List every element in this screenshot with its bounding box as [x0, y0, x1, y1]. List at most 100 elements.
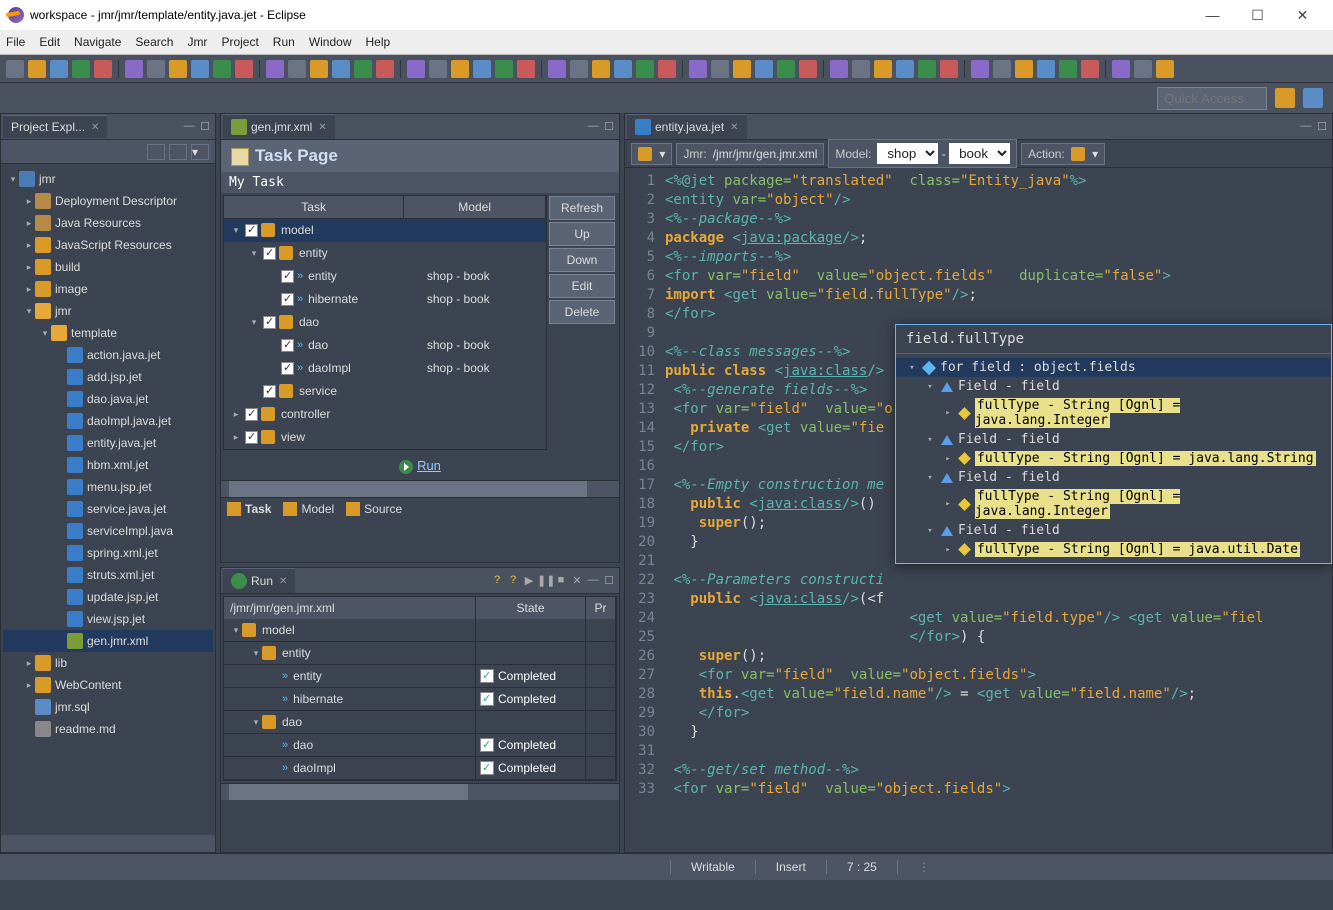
toolbar-icon[interactable]	[94, 60, 112, 78]
menu-file[interactable]: File	[6, 35, 25, 49]
code-area[interactable]: 1234567891011121314151617181920212223242…	[625, 168, 1332, 852]
h-scrollbar[interactable]	[221, 480, 619, 497]
toolbar-icon[interactable]	[1112, 60, 1130, 78]
tree-row[interactable]: ▸JavaScript Resources	[3, 234, 213, 256]
help-icon[interactable]: ?	[489, 574, 505, 587]
maximize-view-icon[interactable]: ☐	[197, 120, 213, 133]
toolbar-icon[interactable]	[1156, 60, 1174, 78]
minimize-view-icon[interactable]: —	[585, 574, 601, 587]
tree-row[interactable]: ▸lib	[3, 652, 213, 674]
maximize-view-icon[interactable]: ☐	[601, 574, 617, 587]
tree-row[interactable]: view.jsp.jet	[3, 608, 213, 630]
jmr-action-dropdown[interactable]: ▾	[631, 143, 672, 165]
toolbar-icon[interactable]	[658, 60, 676, 78]
tree-row[interactable]: add.jsp.jet	[3, 366, 213, 388]
toolbar-icon[interactable]	[72, 60, 90, 78]
toolbar-icon[interactable]	[777, 60, 795, 78]
minimize-view-icon[interactable]: —	[1298, 120, 1314, 133]
tree-row[interactable]: service.java.jet	[3, 498, 213, 520]
stop-icon[interactable]: ■	[553, 574, 569, 587]
run-row[interactable]: »hibernateCompleted	[224, 688, 616, 711]
help-icon-2[interactable]: ?	[505, 574, 521, 587]
tab-gen-jmr-xml[interactable]: gen.jmr.xml ✕	[223, 114, 335, 139]
action-box[interactable]: Action: ▾	[1021, 143, 1105, 165]
quick-access-input[interactable]	[1157, 87, 1267, 110]
task-row[interactable]: »daoshop - book	[224, 334, 546, 357]
tab-entity-java-jet[interactable]: entity.java.jet ✕	[627, 114, 747, 139]
toolbar-icon[interactable]	[592, 60, 610, 78]
menu-window[interactable]: Window	[309, 35, 352, 49]
model-select-2[interactable]: book	[949, 143, 1010, 164]
close-button[interactable]: ✕	[1280, 1, 1325, 29]
toolbar-icon[interactable]	[1059, 60, 1077, 78]
toolbar-icon[interactable]	[125, 60, 143, 78]
toolbar-icon[interactable]	[614, 60, 632, 78]
close-icon[interactable]: ✕	[91, 122, 99, 133]
h-scrollbar[interactable]	[1, 835, 215, 852]
tree-row[interactable]: readme.md	[3, 718, 213, 740]
close-icon[interactable]: ✕	[730, 122, 738, 133]
edit-button[interactable]: Edit	[549, 274, 615, 298]
run-link[interactable]: Run	[417, 458, 441, 473]
run-row[interactable]: »entityCompleted	[224, 665, 616, 688]
toolbar-icon[interactable]	[429, 60, 447, 78]
toolbar-icon[interactable]	[332, 60, 350, 78]
tree-row[interactable]: ▸Deployment Descriptor	[3, 190, 213, 212]
tree-row[interactable]: ▸Java Resources	[3, 212, 213, 234]
close-icon[interactable]: ✕	[279, 576, 287, 587]
task-row[interactable]: ▾model	[224, 219, 546, 242]
close-icon[interactable]: ✕	[318, 122, 326, 133]
toolbar-icon[interactable]	[852, 60, 870, 78]
tree-row[interactable]: struts.xml.jet	[3, 564, 213, 586]
perspective-icon[interactable]	[1275, 88, 1295, 108]
popup-row[interactable]: ▸fullType - String [Ognl] = java.lang.In…	[896, 487, 1331, 521]
run-row[interactable]: ▾entity	[224, 642, 616, 665]
popup-row[interactable]: ▾Field - field	[896, 430, 1331, 449]
toolbar-icon[interactable]	[50, 60, 68, 78]
toolbar-icon[interactable]	[940, 60, 958, 78]
toolbar-icon[interactable]	[1134, 60, 1152, 78]
play-icon[interactable]: ▶	[521, 574, 537, 587]
run-row[interactable]: »daoImplCompleted	[224, 757, 616, 780]
toolbar-icon[interactable]	[235, 60, 253, 78]
task-row[interactable]: ▸controller	[224, 403, 546, 426]
toolbar-icon[interactable]	[376, 60, 394, 78]
tree-row[interactable]: gen.jmr.xml	[3, 630, 213, 652]
tree-row[interactable]: entity.java.jet	[3, 432, 213, 454]
up-button[interactable]: Up	[549, 222, 615, 246]
maximize-view-icon[interactable]: ☐	[601, 120, 617, 133]
autocomplete-popup[interactable]: field.fullType ▾for field : object.field…	[895, 324, 1332, 564]
popup-row[interactable]: ▸fullType - String [Ognl] = java.lang.St…	[896, 449, 1331, 468]
toolbar-icon[interactable]	[310, 60, 328, 78]
collapse-all-icon[interactable]	[147, 144, 165, 160]
toolbar-icon[interactable]	[896, 60, 914, 78]
menu-run[interactable]: Run	[273, 35, 295, 49]
popup-body[interactable]: ▾for field : object.fields▾Field - field…	[896, 354, 1331, 563]
down-button[interactable]: Down	[549, 248, 615, 272]
toolbar-icon[interactable]	[1037, 60, 1055, 78]
run-row[interactable]: ▾dao	[224, 711, 616, 734]
tree-row[interactable]: ▾jmr	[3, 300, 213, 322]
task-row[interactable]: »daoImplshop - book	[224, 357, 546, 380]
toolbar-icon[interactable]	[517, 60, 535, 78]
tree-row[interactable]: ▾template	[3, 322, 213, 344]
clear-icon[interactable]: ✕	[569, 574, 585, 587]
tree-row[interactable]: daoImpl.java.jet	[3, 410, 213, 432]
toolbar-icon[interactable]	[874, 60, 892, 78]
minimize-view-icon[interactable]: —	[181, 120, 197, 133]
toolbar-icon[interactable]	[971, 60, 989, 78]
menu-edit[interactable]: Edit	[39, 35, 60, 49]
toolbar-icon[interactable]	[407, 60, 425, 78]
menu-project[interactable]: Project	[221, 35, 258, 49]
bottom-tab-model[interactable]: Model	[283, 502, 334, 516]
bottom-tab-source[interactable]: Source	[346, 502, 402, 516]
tree-row[interactable]: jmr.sql	[3, 696, 213, 718]
model-selector[interactable]: Model: shop - book	[828, 139, 1017, 168]
run-row[interactable]: ▾model	[224, 619, 616, 642]
toolbar-icon[interactable]	[28, 60, 46, 78]
popup-row[interactable]: ▾Field - field	[896, 521, 1331, 540]
task-row[interactable]: ▾entity	[224, 242, 546, 265]
tree-row[interactable]: serviceImpl.java	[3, 520, 213, 542]
link-editor-icon[interactable]	[169, 144, 187, 160]
tree-row[interactable]: ▸image	[3, 278, 213, 300]
